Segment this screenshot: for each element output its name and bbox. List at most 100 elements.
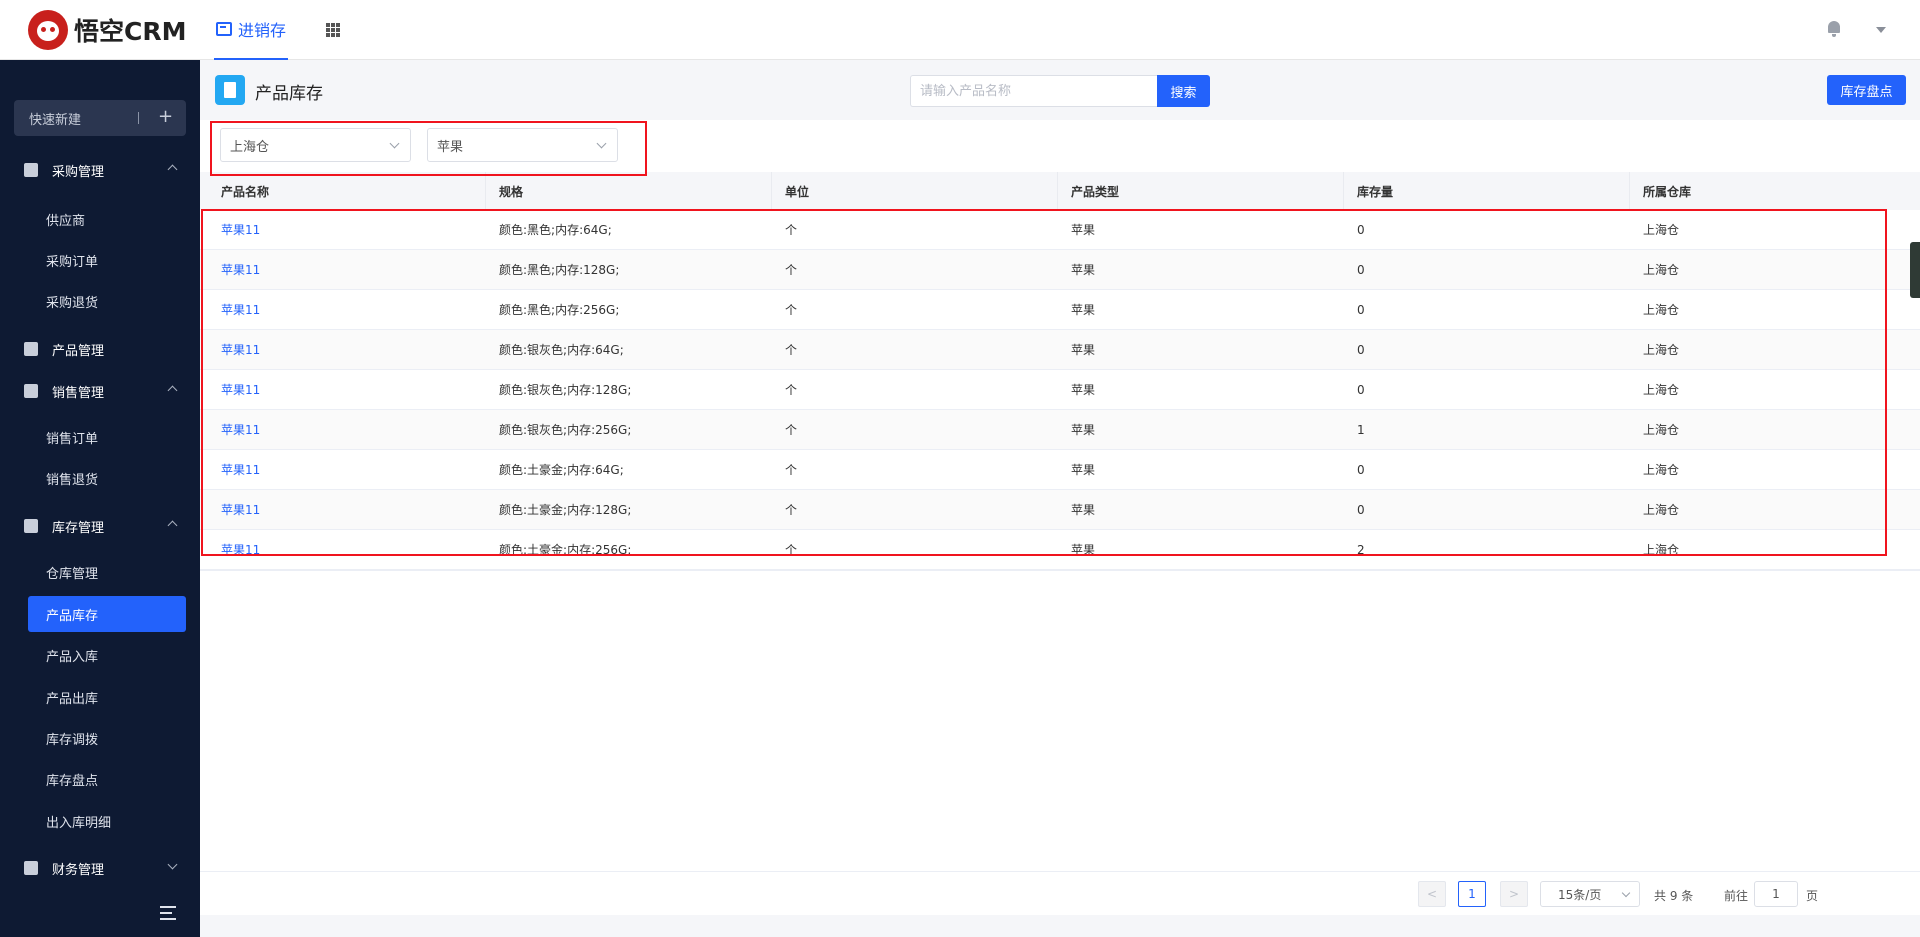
chevron-up-icon xyxy=(167,164,178,175)
chevron-down-icon xyxy=(1621,888,1631,898)
warehouse-select[interactable]: 上海仓 xyxy=(220,128,411,162)
filter-bar: 上海仓 苹果 xyxy=(200,120,1920,172)
product-name-link[interactable]: 苹果11 xyxy=(221,330,260,369)
table-row[interactable]: 苹果11 颜色:土豪金;内存:64G; 个 苹果 0 上海仓 xyxy=(200,450,1920,490)
sidebar-group-purchase[interactable]: 采购管理 xyxy=(0,152,200,188)
page-size-select[interactable]: 15条/页 xyxy=(1540,881,1640,907)
sidebar-group-label: 采购管理 xyxy=(52,164,105,180)
search-button[interactable]: 搜索 xyxy=(1157,75,1210,107)
goto-page-input[interactable] xyxy=(1754,881,1798,907)
product-name-link[interactable]: 苹果11 xyxy=(221,290,260,329)
sidebar-group-product[interactable]: 产品管理 xyxy=(0,331,200,367)
bell-icon[interactable] xyxy=(1827,21,1841,37)
sidebar-item-warehouse[interactable]: 仓库管理 xyxy=(28,554,186,590)
total-count: 共 9 条 xyxy=(1654,889,1694,903)
type-cell: 苹果 xyxy=(1071,423,1096,437)
logo[interactable]: 悟空CRM xyxy=(28,10,186,50)
type-cell: 苹果 xyxy=(1071,303,1096,317)
product-name-link[interactable]: 苹果11 xyxy=(221,530,260,569)
table-row[interactable]: 苹果11 颜色:土豪金;内存:128G; 个 苹果 0 上海仓 xyxy=(200,490,1920,530)
footer-strip xyxy=(200,915,1920,937)
category-select[interactable]: 苹果 xyxy=(427,128,618,162)
next-page-button[interactable]: > xyxy=(1500,881,1528,907)
page-size-value: 15条/页 xyxy=(1558,887,1602,902)
logo-text: 悟空CRM xyxy=(74,17,187,46)
type-cell: 苹果 xyxy=(1071,503,1096,517)
search-input[interactable] xyxy=(910,75,1158,107)
quantity-cell: 0 xyxy=(1357,462,1365,477)
unit-cell: 个 xyxy=(785,223,798,237)
spec-cell: 颜色:黑色;内存:128G; xyxy=(499,263,620,277)
inventory-icon xyxy=(216,22,232,36)
column-header[interactable]: 产品类型 xyxy=(1058,172,1344,210)
table-row[interactable]: 苹果11 颜色:银灰色;内存:64G; 个 苹果 0 上海仓 xyxy=(200,330,1920,370)
spec-cell: 颜色:银灰色;内存:256G; xyxy=(499,423,632,437)
cart-icon xyxy=(24,163,38,177)
table-row[interactable]: 苹果11 颜色:黑色;内存:256G; 个 苹果 0 上海仓 xyxy=(200,290,1920,330)
sidebar-group-sales[interactable]: 销售管理 xyxy=(0,373,200,409)
prev-page-button[interactable]: < xyxy=(1418,881,1446,907)
unit-cell: 个 xyxy=(785,303,798,317)
sidebar-item-sales-return[interactable]: 销售退货 xyxy=(28,460,186,496)
sidebar-item-label: 采购退货 xyxy=(46,295,99,311)
product-name-link[interactable]: 苹果11 xyxy=(221,490,260,529)
column-header[interactable]: 所属仓库 xyxy=(1630,172,1920,210)
spec-cell: 颜色:土豪金;内存:64G; xyxy=(499,463,624,477)
user-menu-caret-icon[interactable] xyxy=(1876,27,1886,33)
sidebar-group-label: 销售管理 xyxy=(52,385,105,401)
sidebar-group-stock[interactable]: 库存管理 xyxy=(0,508,200,544)
warehouse-cell: 上海仓 xyxy=(1643,343,1680,357)
column-header[interactable]: 单位 xyxy=(772,172,1058,210)
quantity-cell: 0 xyxy=(1357,262,1365,277)
apps-grid-icon[interactable] xyxy=(326,23,340,37)
warehouse-cell: 上海仓 xyxy=(1643,423,1680,437)
pagination: < 1 > 15条/页 共 9 条 前往 页 xyxy=(200,871,1920,915)
product-name-link[interactable]: 苹果11 xyxy=(221,450,260,489)
collapse-sidebar-icon[interactable] xyxy=(160,906,180,920)
product-name-link[interactable]: 苹果11 xyxy=(221,370,260,409)
sidebar-item-label: 销售订单 xyxy=(46,431,99,447)
sidebar-item-label: 库存盘点 xyxy=(46,773,99,789)
sidebar-item-sales-order[interactable]: 销售订单 xyxy=(28,419,186,455)
sidebar-group-finance[interactable]: 财务管理 xyxy=(0,850,200,886)
table-row[interactable]: 苹果11 颜色:黑色;内存:128G; 个 苹果 0 上海仓 xyxy=(200,250,1920,290)
table-body: 苹果11 颜色:黑色;内存:64G; 个 苹果 0 上海仓 苹果11 颜色:黑色… xyxy=(200,210,1920,570)
sidebar-item-label: 产品库存 xyxy=(46,608,99,624)
page-header: 产品库存 搜索 库存盘点 xyxy=(200,60,1920,120)
page-number-button[interactable]: 1 xyxy=(1458,881,1486,907)
product-name-link[interactable]: 苹果11 xyxy=(221,410,260,449)
sidebar-group-label: 产品管理 xyxy=(52,343,105,359)
table-row[interactable]: 苹果11 颜色:土豪金;内存:256G; 个 苹果 2 上海仓 xyxy=(200,530,1920,570)
spec-cell: 颜色:黑色;内存:256G; xyxy=(499,303,620,317)
warehouse-select-value: 上海仓 xyxy=(230,139,270,155)
table-row[interactable]: 苹果11 颜色:银灰色;内存:256G; 个 苹果 1 上海仓 xyxy=(200,410,1920,450)
stock-list-icon xyxy=(215,75,245,105)
sidebar-item-supplier[interactable]: 供应商 xyxy=(28,201,186,237)
sidebar-item-stock-check[interactable]: 库存盘点 xyxy=(28,761,186,797)
sidebar-item-product-stock[interactable]: 产品库存 xyxy=(28,596,186,632)
type-cell: 苹果 xyxy=(1071,543,1096,557)
column-header[interactable]: 规格 xyxy=(486,172,772,210)
column-header[interactable]: 库存量 xyxy=(1344,172,1630,210)
sidebar-group-label: 库存管理 xyxy=(52,520,105,536)
column-header[interactable]: 产品名称 xyxy=(200,172,486,210)
sidebar-item-stock-in[interactable]: 产品入库 xyxy=(28,637,186,673)
sidebar-item-label: 供应商 xyxy=(46,213,86,229)
sidebar-item-purchase-order[interactable]: 采购订单 xyxy=(28,242,186,278)
goto-label: 前往 xyxy=(1724,889,1749,903)
table-row[interactable]: 苹果11 颜色:黑色;内存:64G; 个 苹果 0 上海仓 xyxy=(200,210,1920,250)
product-name-link[interactable]: 苹果11 xyxy=(221,210,260,249)
quick-new-button[interactable]: 快速新建 + xyxy=(14,100,186,136)
chevron-down-icon xyxy=(167,859,178,870)
quantity-cell: 0 xyxy=(1357,302,1365,317)
product-name-link[interactable]: 苹果11 xyxy=(221,250,260,289)
chevron-down-icon xyxy=(389,138,400,149)
sidebar-item-stock-detail[interactable]: 出入库明细 xyxy=(28,803,186,839)
sidebar-item-purchase-return[interactable]: 采购退货 xyxy=(28,283,186,319)
tab-inventory[interactable]: 进销存 xyxy=(214,0,289,60)
sidebar-item-stock-out[interactable]: 产品出库 xyxy=(28,679,186,715)
inventory-check-button[interactable]: 库存盘点 xyxy=(1827,75,1906,105)
table-row[interactable]: 苹果11 颜色:银灰色;内存:128G; 个 苹果 0 上海仓 xyxy=(200,370,1920,410)
side-scroll-handle[interactable] xyxy=(1910,242,1920,298)
sidebar-item-stock-transfer[interactable]: 库存调拨 xyxy=(28,720,186,756)
